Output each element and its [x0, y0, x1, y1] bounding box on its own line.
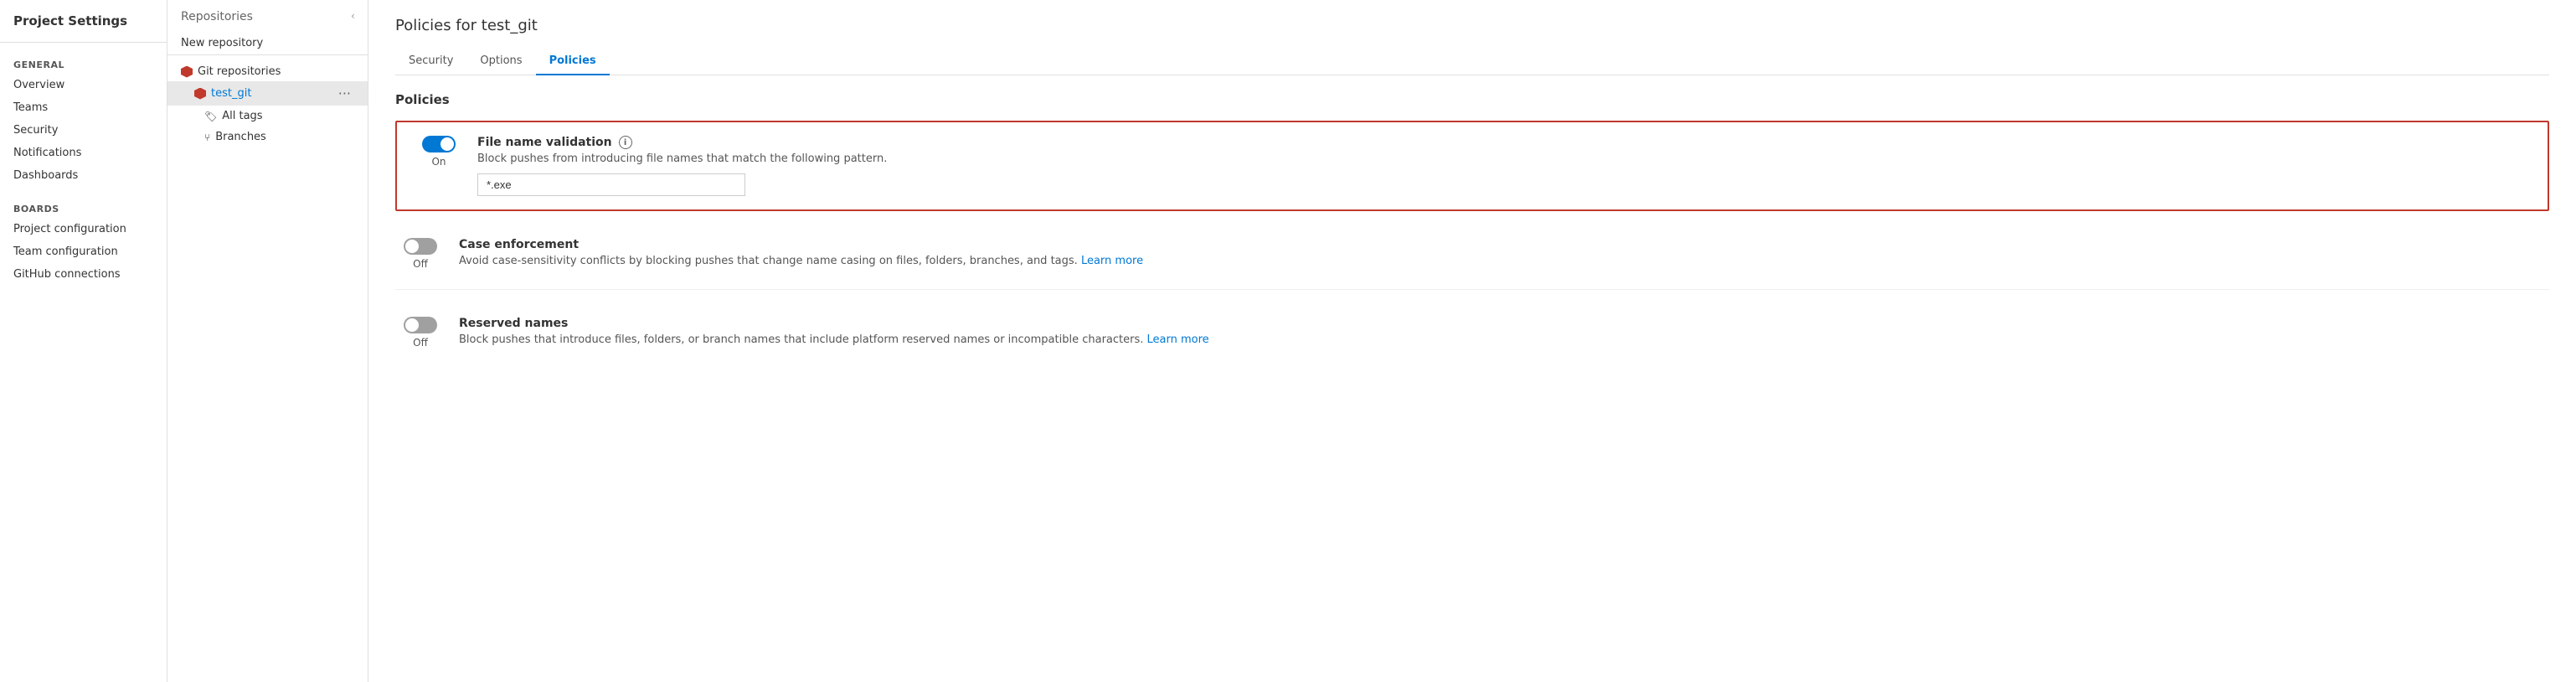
- policy-name-file-name: File name validation i: [477, 136, 2531, 149]
- sidebar-section-general: General: [0, 53, 167, 74]
- policy-name-case: Case enforcement: [459, 238, 2549, 251]
- branch-icon: ⑂: [204, 132, 210, 143]
- repo-group-label: Git repositories: [198, 65, 281, 78]
- policy-card-file-name-validation: On File name validation i Block pushes f…: [395, 121, 2549, 211]
- learn-more-case[interactable]: Learn more: [1081, 255, 1143, 267]
- sidebar-left: Project Settings General Overview Teams …: [0, 0, 167, 682]
- policy-desc-case: Avoid case-sensitivity conflicts by bloc…: [459, 255, 2549, 267]
- file-name-pattern-input[interactable]: [477, 173, 745, 196]
- sub-item-branches-label: Branches: [215, 131, 266, 143]
- policy-card-case-enforcement: Off Case enforcement Avoid case-sensitiv…: [395, 225, 2549, 290]
- policy-name-text: File name validation: [477, 136, 612, 149]
- main-content: Policies for test_git Security Options P…: [368, 0, 2576, 682]
- toggle-area-file-name: On: [414, 136, 464, 168]
- policy-row: On File name validation i Block pushes f…: [414, 136, 2531, 196]
- toggle-reserved-names[interactable]: [404, 317, 437, 333]
- sidebar-section-boards: Boards: [0, 197, 167, 218]
- toggle-thumb: [405, 318, 419, 332]
- sidebar-item-overview[interactable]: Overview: [0, 74, 167, 96]
- toggle-thumb: [405, 240, 419, 253]
- policy-card-reserved-names: Off Reserved names Block pushes that int…: [395, 303, 2549, 368]
- toggle-file-name-validation[interactable]: [422, 136, 456, 152]
- toggle-area-reserved: Off: [395, 317, 446, 349]
- git-repositories-header: Git repositories: [167, 62, 368, 81]
- tag-icon: 🏷: [204, 111, 217, 122]
- sub-item-all-tags[interactable]: 🏷 All tags: [167, 106, 368, 127]
- policy-info-reserved: Reserved names Block pushes that introdu…: [459, 317, 2549, 354]
- toggle-thumb: [440, 137, 454, 151]
- new-repository-link[interactable]: New repository: [167, 32, 368, 55]
- repo-item-icon: [194, 88, 206, 100]
- sidebar-item-teams[interactable]: Teams: [0, 96, 167, 119]
- policy-desc-reserved: Block pushes that introduce files, folde…: [459, 333, 2549, 346]
- repo-item-label: test_git: [211, 87, 251, 100]
- repositories-panel: Repositories New repository Git reposito…: [167, 0, 368, 682]
- page-title: Policies for test_git: [395, 17, 2549, 34]
- tab-policies[interactable]: Policies: [536, 48, 610, 75]
- panel-title: Repositories: [167, 10, 368, 32]
- toggle-label-off: Off: [413, 337, 428, 349]
- git-repo-icon: [181, 66, 193, 78]
- policy-name-reserved: Reserved names: [459, 317, 2549, 330]
- sidebar-item-security[interactable]: Security: [0, 119, 167, 142]
- policy-info-file-name: File name validation i Block pushes from…: [477, 136, 2531, 196]
- policy-name-text: Reserved names: [459, 317, 568, 330]
- tab-security[interactable]: Security: [395, 48, 466, 75]
- info-icon-file-name[interactable]: i: [619, 136, 632, 149]
- sub-item-all-tags-label: All tags: [222, 110, 262, 122]
- sidebar-item-notifications[interactable]: Notifications: [0, 142, 167, 164]
- toggle-label-off: Off: [413, 258, 428, 270]
- toggle-area-case: Off: [395, 238, 446, 270]
- policy-desc-file-name: Block pushes from introducing file names…: [477, 152, 2531, 165]
- tabs-bar: Security Options Policies: [395, 48, 2549, 75]
- learn-more-reserved[interactable]: Learn more: [1147, 333, 1209, 346]
- sub-item-branches[interactable]: ⑂ Branches: [167, 127, 368, 147]
- sidebar-item-team-configuration[interactable]: Team configuration: [0, 240, 167, 263]
- collapse-button[interactable]: ‹: [351, 0, 368, 682]
- sidebar-item-github-connections[interactable]: GitHub connections: [0, 263, 167, 286]
- policy-info-case: Case enforcement Avoid case-sensitivity …: [459, 238, 2549, 276]
- policies-heading: Policies: [395, 92, 2549, 107]
- toggle-label-on: On: [431, 156, 446, 168]
- sidebar-item-dashboards[interactable]: Dashboards: [0, 164, 167, 187]
- sidebar-item-project-configuration[interactable]: Project configuration: [0, 218, 167, 240]
- repo-item-test-git[interactable]: test_git ···: [167, 81, 368, 106]
- toggle-case-enforcement[interactable]: [404, 238, 437, 255]
- app-title: Project Settings: [0, 13, 167, 43]
- policy-name-text: Case enforcement: [459, 238, 579, 251]
- tab-options[interactable]: Options: [466, 48, 535, 75]
